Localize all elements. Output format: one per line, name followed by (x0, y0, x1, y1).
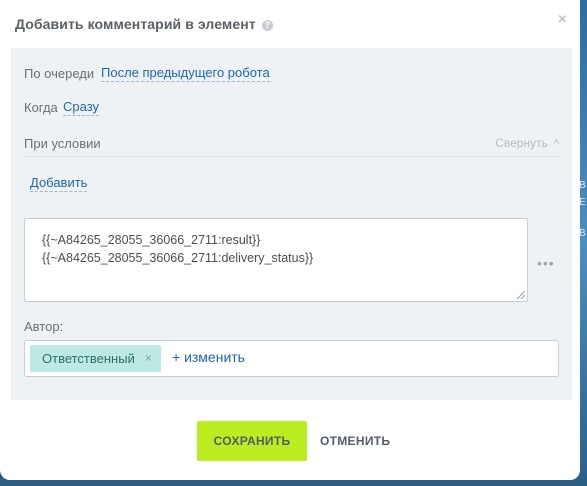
background-mark: В (579, 180, 586, 191)
dialog-title: Добавить комментарий в элемент? (15, 16, 273, 32)
condition-label: При условии (24, 136, 101, 151)
author-tag-label: Ответственный (42, 351, 135, 366)
author-tag: Ответственный × (30, 345, 161, 372)
cancel-button[interactable]: ОТМЕНИТЬ (320, 421, 390, 461)
when-select-link[interactable]: Сразу (63, 99, 100, 116)
order-label: По очереди (24, 66, 95, 81)
order-select-link[interactable]: После предыдущего робота (101, 65, 270, 82)
add-condition-link[interactable]: Добавить (30, 175, 88, 192)
collapse-label: Свернуть (495, 136, 548, 150)
close-icon[interactable]: × (558, 11, 567, 29)
comment-line: {{~A84265_28055_36066_2711:result}} (42, 233, 261, 247)
remove-tag-icon[interactable]: × (145, 345, 152, 372)
author-label: Автор: (24, 319, 64, 334)
more-options-icon[interactable]: ••• (537, 255, 555, 271)
when-label: Когда (24, 100, 58, 115)
save-button[interactable]: СОХРАНИТЬ (197, 421, 307, 461)
background-mark: В (579, 228, 586, 239)
comment-line: {{~A84265_28055_36066_2711:delivery_stat… (42, 251, 314, 265)
change-author-link[interactable]: + изменить (172, 349, 245, 365)
settings-panel: По очереди После предыдущего робота Когд… (11, 48, 572, 400)
help-icon[interactable]: ? (261, 20, 273, 31)
background-mark: Е (579, 197, 586, 208)
comment-textarea[interactable]: {{~A84265_28055_36066_2711:result}} {{~A… (24, 218, 528, 302)
chevron-up-icon: ^ (553, 138, 559, 150)
dialog-title-text: Добавить комментарий в элемент (15, 16, 256, 32)
author-selector[interactable]: Ответственный × + изменить (24, 340, 559, 377)
resize-handle-icon[interactable] (517, 291, 525, 299)
collapse-toggle[interactable]: Свернуть ^ (495, 136, 559, 150)
add-comment-dialog: Добавить комментарий в элемент? × По оче… (0, 0, 580, 480)
condition-row: При условии Свернуть ^ (24, 134, 559, 157)
